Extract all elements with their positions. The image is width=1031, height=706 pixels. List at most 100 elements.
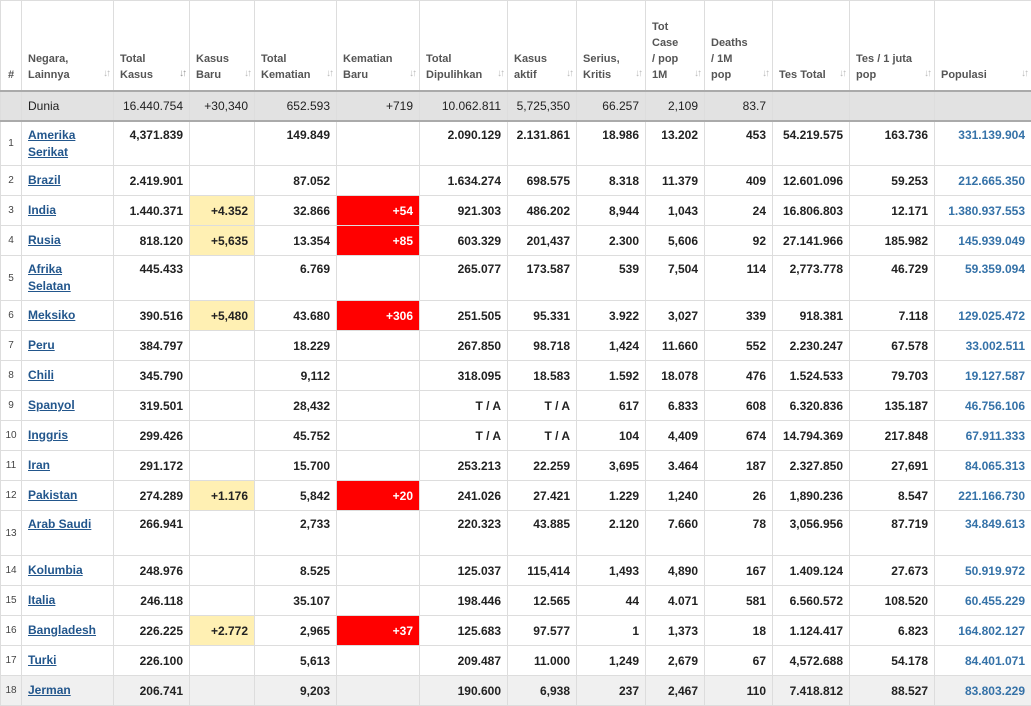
tests-per-1m-cell: 79.703 bbox=[850, 361, 935, 391]
col-header-total-tests[interactable]: Tes Total↓↑ bbox=[773, 1, 850, 91]
total-cases-cell: 2.419.901 bbox=[114, 166, 190, 196]
country-row: 2Brazil2.419.90187.0521.634.274698.5758.… bbox=[1, 166, 1031, 196]
sort-arrows-icon[interactable]: ↓↑ bbox=[924, 66, 930, 82]
sort-arrows-icon[interactable]: ↓↑ bbox=[1021, 66, 1027, 82]
sort-arrows-icon[interactable]: ↓↑ bbox=[497, 66, 503, 82]
population-cell: 84.401.071 bbox=[935, 646, 1031, 676]
col-header-country[interactable]: Negara, Lainnya↓↑ bbox=[22, 1, 114, 91]
country-link[interactable]: Italia bbox=[28, 592, 107, 609]
sort-arrows-icon[interactable]: ↓↑ bbox=[179, 66, 185, 82]
new-deaths-cell bbox=[337, 121, 420, 166]
population-cell: 19.127.587 bbox=[935, 361, 1031, 391]
cases-per-1m-cell: 7.660 bbox=[646, 511, 705, 556]
country-link[interactable]: Rusia bbox=[28, 232, 107, 249]
tests-per-1m-cell: 27.673 bbox=[850, 556, 935, 586]
active-cases-cell: 12.565 bbox=[508, 586, 577, 616]
rank-cell: 4 bbox=[1, 226, 22, 256]
deaths-per-1m-cell: 167 bbox=[705, 556, 773, 586]
sort-arrows-icon[interactable]: ↓↑ bbox=[409, 66, 415, 82]
active-cases-cell: 43.885 bbox=[508, 511, 577, 556]
new-cases-cell: +5,635 bbox=[190, 226, 255, 256]
total-tests-cell: 1.124.417 bbox=[773, 616, 850, 646]
cases-per-1m-cell: 18.078 bbox=[646, 361, 705, 391]
country-link[interactable]: Turki bbox=[28, 652, 107, 669]
country-link[interactable]: Spanyol bbox=[28, 397, 107, 414]
deaths-per-1m-cell: 83.7 bbox=[705, 91, 773, 121]
new-deaths-cell bbox=[337, 556, 420, 586]
col-header-critical[interactable]: Serius, Kritis↓↑ bbox=[577, 1, 646, 91]
country-link[interactable]: Arab Saudi bbox=[28, 516, 107, 533]
total-cases-cell: 818.120 bbox=[114, 226, 190, 256]
total-tests-cell: 1.409.124 bbox=[773, 556, 850, 586]
col-header-total-cases[interactable]: Total Kasus↓↑ bbox=[114, 1, 190, 91]
col-header-deaths-per-1m[interactable]: Deaths / 1M pop↓↑ bbox=[705, 1, 773, 91]
country-link[interactable]: Peru bbox=[28, 337, 107, 354]
country-link[interactable]: Inggris bbox=[28, 427, 107, 444]
sort-arrows-icon[interactable]: ↓↑ bbox=[635, 66, 641, 82]
country-link[interactable]: Iran bbox=[28, 457, 107, 474]
country-link[interactable]: Afrika Selatan bbox=[28, 261, 107, 295]
total-deaths-cell: 28,432 bbox=[255, 391, 337, 421]
new-cases-cell bbox=[190, 451, 255, 481]
sort-arrows-icon[interactable]: ↓↑ bbox=[694, 66, 700, 82]
deaths-per-1m-cell: 453 bbox=[705, 121, 773, 166]
country-cell: Pakistan bbox=[22, 481, 114, 511]
total-cases-cell: 266.941 bbox=[114, 511, 190, 556]
sort-arrows-icon[interactable]: ↓↑ bbox=[244, 66, 250, 82]
country-row: 8Chili345.7909,112318.09518.5831.59218.0… bbox=[1, 361, 1031, 391]
country-link[interactable]: Jerman bbox=[28, 682, 107, 699]
sort-arrows-icon[interactable]: ↓↑ bbox=[326, 66, 332, 82]
country-row: 5Afrika Selatan445.4336.769265.077173.58… bbox=[1, 256, 1031, 301]
country-row: 4Rusia818.120+5,63513.354+85603.329201,4… bbox=[1, 226, 1031, 256]
col-header-population[interactable]: Populasi↓↑ bbox=[935, 1, 1031, 91]
total-tests-cell bbox=[773, 91, 850, 121]
country-link[interactable]: Chili bbox=[28, 367, 107, 384]
country-link[interactable]: Bangladesh bbox=[28, 622, 107, 639]
country-link[interactable]: Meksiko bbox=[28, 307, 107, 324]
deaths-per-1m-cell: 110 bbox=[705, 676, 773, 706]
col-header-cases-per-1m[interactable]: Tot Case / pop 1M↓↑ bbox=[646, 1, 705, 91]
critical-cell: 1.229 bbox=[577, 481, 646, 511]
rank-cell: 2 bbox=[1, 166, 22, 196]
header-label: Serius, Kritis bbox=[583, 51, 639, 83]
country-cell: Dunia bbox=[22, 91, 114, 121]
total-deaths-cell: 2,733 bbox=[255, 511, 337, 556]
col-header-total-deaths[interactable]: Total Kematian↓↑ bbox=[255, 1, 337, 91]
total-tests-cell: 918.381 bbox=[773, 301, 850, 331]
new-cases-cell: +4.352 bbox=[190, 196, 255, 226]
country-link[interactable]: Kolumbia bbox=[28, 562, 107, 579]
sort-arrows-icon[interactable]: ↓↑ bbox=[103, 66, 109, 82]
country-link[interactable]: India bbox=[28, 202, 107, 219]
cases-per-1m-cell: 2,109 bbox=[646, 91, 705, 121]
total-cases-cell: 4,371.839 bbox=[114, 121, 190, 166]
col-header-tests-per-1m[interactable]: Tes / 1 juta pop↓↑ bbox=[850, 1, 935, 91]
population-cell: 212.665.350 bbox=[935, 166, 1031, 196]
col-header-new-cases[interactable]: Kasus Baru↓↑ bbox=[190, 1, 255, 91]
country-cell: Inggris bbox=[22, 421, 114, 451]
new-deaths-cell bbox=[337, 586, 420, 616]
active-cases-cell: 2.131.861 bbox=[508, 121, 577, 166]
country-link[interactable]: Pakistan bbox=[28, 487, 107, 504]
col-header-recovered[interactable]: Total Dipulihkan↓↑ bbox=[420, 1, 508, 91]
recovered-cell: 209.487 bbox=[420, 646, 508, 676]
col-header-new-deaths[interactable]: Kematian Baru↓↑ bbox=[337, 1, 420, 91]
recovered-cell: 241.026 bbox=[420, 481, 508, 511]
country-cell: Brazil bbox=[22, 166, 114, 196]
header-label: Total Dipulihkan bbox=[426, 51, 501, 83]
deaths-per-1m-cell: 476 bbox=[705, 361, 773, 391]
cases-per-1m-cell: 6.833 bbox=[646, 391, 705, 421]
new-cases-cell bbox=[190, 166, 255, 196]
rank-cell: 17 bbox=[1, 646, 22, 676]
sort-arrows-icon[interactable]: ↓↑ bbox=[566, 66, 572, 82]
deaths-per-1m-cell: 24 bbox=[705, 196, 773, 226]
recovered-cell: 921.303 bbox=[420, 196, 508, 226]
total-deaths-cell: 35.107 bbox=[255, 586, 337, 616]
new-cases-cell bbox=[190, 676, 255, 706]
country-link[interactable]: Brazil bbox=[28, 172, 107, 189]
sort-arrows-icon[interactable]: ↓↑ bbox=[839, 66, 845, 82]
country-link[interactable]: Amerika Serikat bbox=[28, 127, 107, 161]
col-header-active-cases[interactable]: Kasus aktif↓↑ bbox=[508, 1, 577, 91]
sort-arrows-icon[interactable]: ↓↑ bbox=[762, 66, 768, 82]
rank-cell: 5 bbox=[1, 256, 22, 301]
new-cases-cell: +5,480 bbox=[190, 301, 255, 331]
